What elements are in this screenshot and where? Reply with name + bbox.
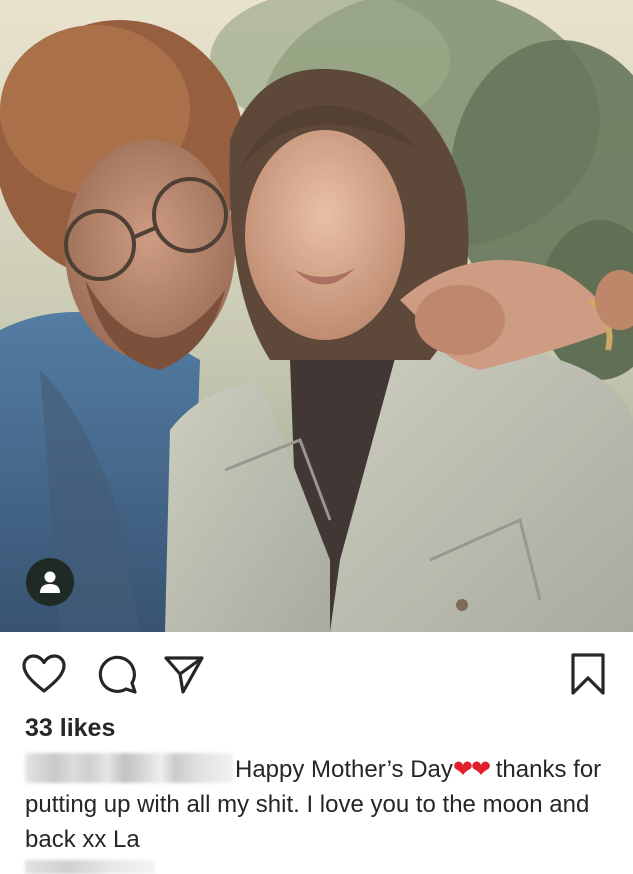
heart-emoji: ❤❤ <box>452 756 491 783</box>
username-blurred[interactable] <box>25 752 233 783</box>
bookmark-icon[interactable] <box>566 652 610 696</box>
caption-text: Happy Mother’s Day <box>235 756 453 783</box>
post-photo[interactable] <box>0 0 633 632</box>
blurred-comment-line <box>25 860 155 874</box>
heart-icon[interactable] <box>22 652 66 696</box>
user-tag-icon[interactable] <box>26 558 74 606</box>
action-bar <box>0 632 633 714</box>
post-caption: Happy Mother’s Day❤❤ thanks for putting … <box>25 752 615 857</box>
comment-bubble-icon[interactable] <box>95 652 139 696</box>
likes-count[interactable]: 33 likes <box>25 714 115 743</box>
paper-plane-icon[interactable] <box>162 652 206 696</box>
